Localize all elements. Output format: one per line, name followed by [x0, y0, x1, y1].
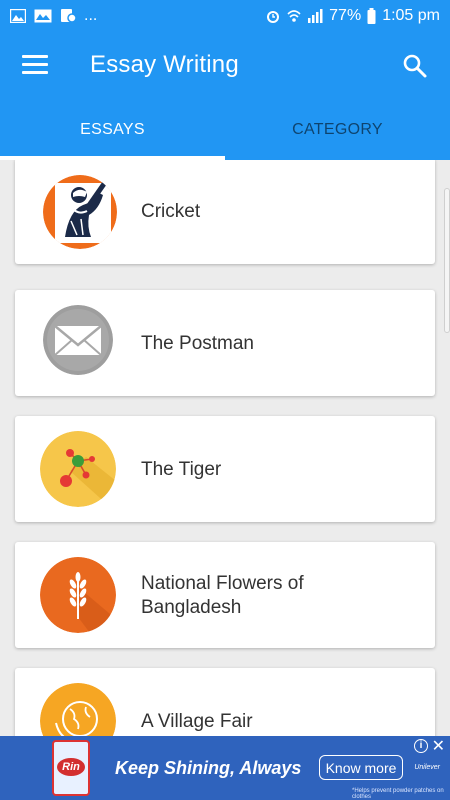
notification-icons: ... [10, 7, 97, 25]
essay-card-national-flowers[interactable]: National Flowers of Bangladesh [15, 542, 435, 648]
product-logo: Rin [57, 758, 85, 776]
wheat-icon [40, 557, 116, 633]
essay-card-cricket[interactable]: Cricket [15, 160, 435, 264]
app-notification-icon [61, 8, 76, 23]
cricket-player-icon [43, 175, 117, 249]
scrollbar-thumb[interactable] [444, 188, 450, 333]
ad-fine-print: *Helps prevent powder patches on clothes [352, 788, 444, 800]
search-icon [403, 54, 427, 78]
ad-close-icon[interactable]: ✕ [432, 736, 445, 756]
molecule-icon [40, 431, 116, 507]
search-button[interactable] [402, 53, 428, 79]
tab-bar: ESSAYS CATEGORY [0, 99, 450, 160]
signal-icon [308, 9, 323, 23]
essay-title: A Village Fair [141, 711, 253, 732]
app-title: Essay Writing [90, 51, 239, 78]
status-bar: ... 77% 1:05 pm [0, 0, 450, 31]
essay-card-a-village-fair[interactable]: A Village Fair [15, 668, 435, 736]
ad-info-icon[interactable]: i [414, 739, 428, 753]
gallery-notification-icon [34, 9, 52, 22]
menu-icon [22, 55, 48, 58]
essay-title: Cricket [141, 201, 201, 222]
essay-card-the-postman[interactable]: The Postman [15, 290, 435, 396]
ad-banner[interactable]: Rin Keep Shining, Always Know more i ✕ U… [0, 736, 450, 800]
essay-title: The Postman [141, 333, 254, 354]
tab-essays[interactable]: ESSAYS [0, 99, 225, 160]
system-status: 77% 1:05 pm [265, 7, 440, 25]
battery-icon [367, 7, 376, 24]
essay-list[interactable]: Cricket The Postman The Tiger National F… [0, 160, 450, 736]
wifi-icon [287, 9, 301, 22]
globe-icon [40, 683, 116, 736]
essay-card-the-tiger[interactable]: The Tiger [15, 416, 435, 522]
image-notification-icon [10, 8, 26, 23]
brand-logo: Unilever [414, 764, 440, 771]
know-more-button[interactable]: Know more [319, 755, 403, 780]
tab-category[interactable]: CATEGORY [225, 99, 450, 160]
clock: 1:05 pm [382, 6, 440, 24]
alarm-icon [267, 10, 280, 23]
essay-title: National Flowers of Bangladesh [141, 573, 304, 618]
ad-tagline: Keep Shining, Always [115, 758, 302, 778]
rin-product-image: Rin [52, 740, 90, 796]
essay-title: The Tiger [141, 459, 222, 480]
app-bar: Essay Writing ESSAYS CATEGORY [0, 31, 450, 160]
battery-percent: 77% [329, 6, 362, 24]
more-notifications: ... [84, 6, 98, 24]
envelope-icon [43, 305, 113, 375]
menu-button[interactable] [22, 55, 48, 77]
